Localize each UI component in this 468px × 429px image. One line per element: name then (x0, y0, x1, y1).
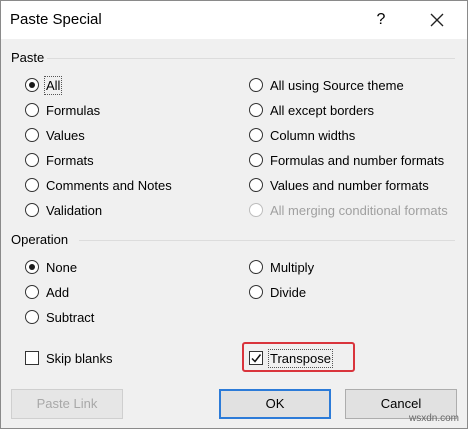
skip-blanks-checkbox[interactable] (25, 351, 39, 365)
close-icon (430, 13, 444, 27)
radio-comments-notes[interactable] (25, 178, 39, 192)
operation-option-none-label: None (46, 259, 78, 275)
paste-option-formats-label: Formats (46, 152, 94, 168)
skip-blanks-option[interactable]: Skip blanks (25, 348, 112, 368)
paste-option-formulas[interactable]: Formulas (25, 100, 100, 120)
ok-button[interactable]: OK (219, 389, 331, 419)
radio-none[interactable] (25, 260, 39, 274)
paste-option-values[interactable]: Values (25, 125, 85, 145)
radio-subtract[interactable] (25, 310, 39, 324)
paste-option-source-theme[interactable]: All using Source theme (249, 75, 404, 95)
transpose-option[interactable]: Transpose (249, 348, 333, 368)
paste-option-column-widths-label: Column widths (270, 127, 356, 143)
radio-multiply[interactable] (249, 260, 263, 274)
operation-option-multiply-label: Multiply (270, 259, 315, 275)
operation-option-multiply[interactable]: Multiply (249, 257, 314, 277)
radio-formulas[interactable] (25, 103, 39, 117)
radio-source-theme[interactable] (249, 78, 263, 92)
watermark-text: wsxdn.com (409, 413, 460, 424)
transpose-checkbox[interactable] (249, 351, 263, 365)
paste-option-comments-notes[interactable]: Comments and Notes (25, 175, 172, 195)
paste-option-all-label: All (43, 75, 63, 95)
operation-option-add[interactable]: Add (25, 282, 69, 302)
operation-option-divide[interactable]: Divide (249, 282, 306, 302)
paste-option-except-borders-label: All except borders (270, 102, 375, 118)
paste-option-column-widths[interactable]: Column widths (249, 125, 355, 145)
help-button[interactable]: ? (367, 7, 395, 33)
paste-option-formulas-number-formats[interactable]: Formulas and number formats (249, 150, 444, 170)
paste-group-label: Paste (11, 50, 45, 65)
radio-except-borders[interactable] (249, 103, 263, 117)
operation-group-divider (79, 240, 455, 241)
paste-option-merging-conditional-formats: All merging conditional formats (249, 200, 448, 220)
close-button[interactable] (421, 7, 453, 33)
paste-option-validation[interactable]: Validation (25, 200, 102, 220)
paste-option-comments-notes-label: Comments and Notes (46, 177, 172, 193)
title-bar: Paste Special ? (1, 1, 467, 39)
paste-option-source-theme-label: All using Source theme (270, 77, 404, 93)
dialog-title: Paste Special (10, 11, 102, 28)
paste-option-formulas-label: Formulas (46, 102, 101, 118)
radio-formulas-number-formats[interactable] (249, 153, 263, 167)
radio-values[interactable] (25, 128, 39, 142)
paste-special-dialog: Paste Special ? Paste All Formulas Value… (0, 0, 468, 429)
paste-option-values-label: Values (46, 127, 85, 143)
paste-option-except-borders[interactable]: All except borders (249, 100, 374, 120)
operation-option-divide-label: Divide (270, 284, 307, 300)
transpose-label: Transpose (268, 348, 333, 368)
paste-option-formats[interactable]: Formats (25, 150, 94, 170)
skip-blanks-label: Skip blanks (46, 350, 113, 366)
radio-values-number-formats[interactable] (249, 178, 263, 192)
radio-merging-conditional-formats (249, 203, 263, 217)
checkmark-icon (251, 354, 262, 363)
paste-option-merging-conditional-formats-label: All merging conditional formats (270, 202, 448, 218)
operation-option-subtract-label: Subtract (46, 309, 95, 325)
radio-validation[interactable] (25, 203, 39, 217)
paste-option-values-number-formats[interactable]: Values and number formats (249, 175, 429, 195)
radio-all[interactable] (25, 78, 39, 92)
operation-option-add-label: Add (46, 284, 70, 300)
radio-add[interactable] (25, 285, 39, 299)
paste-option-validation-label: Validation (46, 202, 103, 218)
operation-group-label: Operation (11, 232, 69, 247)
paste-group-divider (47, 58, 455, 59)
radio-divide[interactable] (249, 285, 263, 299)
paste-option-all[interactable]: All (25, 75, 63, 95)
operation-option-none[interactable]: None (25, 257, 77, 277)
paste-option-values-number-formats-label: Values and number formats (270, 177, 429, 193)
radio-column-widths[interactable] (249, 128, 263, 142)
paste-option-formulas-number-formats-label: Formulas and number formats (270, 152, 445, 168)
operation-option-subtract[interactable]: Subtract (25, 307, 94, 327)
paste-link-button[interactable]: Paste Link (11, 389, 123, 419)
radio-formats[interactable] (25, 153, 39, 167)
